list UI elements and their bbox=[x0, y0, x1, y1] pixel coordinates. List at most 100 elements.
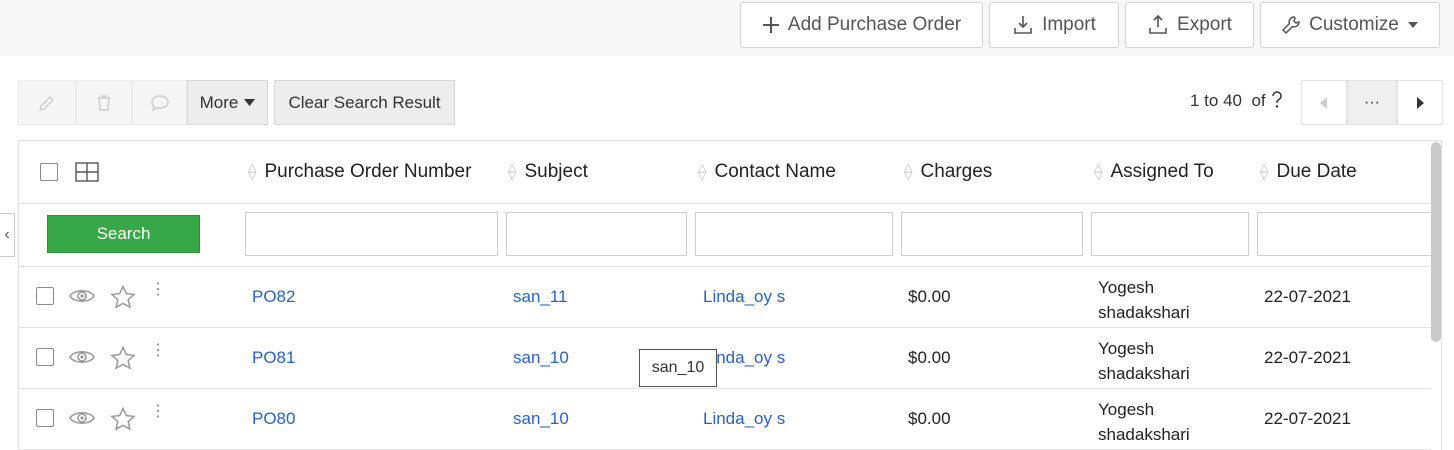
subject-filter-input[interactable] bbox=[506, 212, 687, 256]
pencil-icon bbox=[39, 95, 54, 111]
collapse-sidebar-tab[interactable]: ‹ bbox=[0, 213, 15, 257]
due-date-filter-input[interactable] bbox=[1257, 212, 1439, 256]
table-row[interactable]: ⋮ PO82 san_11 Linda_oy s $0.00 Yogesh sh… bbox=[19, 267, 1431, 328]
column-label: Contact Name bbox=[714, 161, 836, 182]
due-date-value: 22-07-2021 bbox=[1264, 287, 1351, 306]
row-checkbox[interactable] bbox=[36, 348, 54, 366]
star-icon[interactable] bbox=[110, 346, 136, 370]
assigned-to-line-2: shadakshari bbox=[1098, 425, 1190, 444]
edit-button[interactable] bbox=[18, 80, 76, 125]
comment-icon bbox=[150, 94, 169, 112]
column-header-due-date[interactable]: △ ▽ Due Date bbox=[1260, 161, 1357, 183]
eye-icon[interactable] bbox=[69, 348, 95, 366]
chevron-left-icon: ‹ bbox=[4, 226, 10, 243]
assigned-to-line-2: shadakshari bbox=[1098, 364, 1190, 383]
clear-search-label: Clear Search Result bbox=[288, 92, 441, 112]
add-purchase-order-label: Add Purchase Order bbox=[787, 14, 962, 35]
caret-down-icon bbox=[1407, 22, 1418, 28]
more-dropdown[interactable]: More bbox=[187, 80, 268, 125]
export-button[interactable]: Export bbox=[1125, 2, 1254, 48]
subject-link[interactable]: san_10 bbox=[513, 348, 569, 368]
row-checkbox[interactable] bbox=[36, 409, 54, 427]
sort-icon: △ ▽ bbox=[508, 162, 517, 182]
assigned-to-value: Yogesh shadakshari bbox=[1098, 397, 1190, 447]
search-label: Search bbox=[96, 224, 151, 243]
import-button[interactable]: Import bbox=[989, 2, 1119, 48]
trash-icon bbox=[98, 94, 110, 111]
sort-icon: △ ▽ bbox=[1094, 162, 1103, 182]
customize-label: Customize bbox=[1309, 14, 1399, 35]
sort-icon: △ ▽ bbox=[1260, 162, 1269, 182]
row-actions-menu-icon[interactable]: ⋮ bbox=[150, 343, 166, 359]
charges-value: $0.00 bbox=[908, 348, 951, 367]
previous-page-button[interactable] bbox=[1301, 80, 1347, 125]
help-icon[interactable] bbox=[1270, 91, 1284, 109]
pager-of: of bbox=[1251, 91, 1266, 110]
sort-icon: △ ▽ bbox=[248, 162, 257, 182]
export-label: Export bbox=[1177, 14, 1232, 35]
column-header-subject[interactable]: △ ▽ Subject bbox=[508, 161, 588, 183]
contact-name-link[interactable]: Linda_oy s bbox=[703, 287, 785, 307]
contact-name-link[interactable]: Linda_oy s bbox=[703, 409, 785, 429]
caret-down-icon bbox=[244, 99, 256, 106]
sort-icon: △ ▽ bbox=[904, 162, 913, 182]
table-row[interactable]: ⋮ PO80 san_10 Linda_oy s $0.00 Yogesh sh… bbox=[19, 389, 1431, 450]
table-header: △ ▽ Purchase Order Number △ ▽ Subject △ ▽ C… bbox=[19, 141, 1431, 204]
column-label: Assigned To bbox=[1110, 161, 1214, 182]
row-actions-menu-icon[interactable]: ⋮ bbox=[150, 404, 166, 420]
search-button[interactable]: Search bbox=[47, 215, 200, 253]
star-icon[interactable] bbox=[110, 285, 136, 309]
charges-filter-input[interactable] bbox=[901, 212, 1083, 256]
star-icon[interactable] bbox=[110, 407, 136, 431]
row-checkbox[interactable] bbox=[36, 287, 54, 305]
table-scrollbar[interactable] bbox=[1431, 142, 1441, 342]
add-purchase-order-button[interactable]: Add Purchase Order bbox=[740, 2, 983, 48]
page-more-label: ··· bbox=[1364, 93, 1380, 111]
po-number-link[interactable]: PO82 bbox=[252, 287, 295, 307]
customize-button[interactable]: Customize bbox=[1260, 2, 1440, 48]
wrench-icon bbox=[1282, 16, 1300, 35]
import-label: Import bbox=[1042, 14, 1096, 35]
assigned-to-line-1: Yogesh bbox=[1098, 400, 1155, 419]
eye-icon[interactable] bbox=[69, 287, 95, 305]
column-header-assigned-to[interactable]: △ ▽ Assigned To bbox=[1094, 161, 1214, 183]
delete-button[interactable] bbox=[76, 80, 132, 125]
clear-search-result-button[interactable]: Clear Search Result bbox=[274, 80, 455, 125]
column-header-charges[interactable]: △ ▽ Charges bbox=[904, 161, 992, 183]
po-number-filter-input[interactable] bbox=[245, 212, 498, 256]
column-label: Subject bbox=[524, 161, 588, 182]
import-icon bbox=[1014, 16, 1032, 34]
charges-value: $0.00 bbox=[908, 287, 951, 306]
assigned-to-line-2: shadakshari bbox=[1098, 303, 1190, 322]
subject-link[interactable]: san_10 bbox=[513, 409, 569, 429]
assigned-to-filter-input[interactable] bbox=[1091, 212, 1249, 256]
eye-icon[interactable] bbox=[69, 409, 95, 427]
row-actions-menu-icon[interactable]: ⋮ bbox=[150, 282, 166, 298]
charges-value: $0.00 bbox=[908, 409, 951, 428]
due-date-value: 22-07-2021 bbox=[1264, 348, 1351, 367]
pager-range: 1 to 40 bbox=[1190, 91, 1242, 110]
column-layout-icon[interactable] bbox=[75, 162, 99, 182]
next-page-button[interactable] bbox=[1397, 80, 1443, 125]
po-number-link[interactable]: PO80 bbox=[252, 409, 295, 429]
plus-icon bbox=[762, 17, 779, 33]
column-header-contact-name[interactable]: △ ▽ Contact Name bbox=[698, 161, 836, 183]
comment-button[interactable] bbox=[132, 80, 187, 125]
chevron-right-icon bbox=[1417, 96, 1424, 109]
assigned-to-line-1: Yogesh bbox=[1098, 278, 1155, 297]
table-row[interactable]: ⋮ PO81 san_10 Linda_oy s $0.00 Yogesh sh… bbox=[19, 328, 1431, 389]
page-more-button[interactable]: ··· bbox=[1347, 80, 1397, 125]
assigned-to-value: Yogesh shadakshari bbox=[1098, 336, 1190, 386]
po-number-link[interactable]: PO81 bbox=[252, 348, 295, 368]
column-label: Purchase Order Number bbox=[264, 161, 472, 182]
column-header-po-number[interactable]: △ ▽ Purchase Order Number bbox=[248, 161, 471, 183]
contact-name-filter-input[interactable] bbox=[695, 212, 893, 256]
filter-row: Search bbox=[19, 203, 1439, 267]
column-label: Due Date bbox=[1276, 161, 1357, 182]
select-all-checkbox[interactable] bbox=[40, 163, 58, 181]
subject-link[interactable]: san_11 bbox=[513, 287, 568, 307]
top-toolbar: Add Purchase Order Import Export Customi… bbox=[0, 0, 1454, 56]
pager-info: 1 to 40 of bbox=[1190, 91, 1284, 111]
tooltip-text: san_10 bbox=[651, 359, 705, 376]
export-icon bbox=[1149, 14, 1167, 34]
